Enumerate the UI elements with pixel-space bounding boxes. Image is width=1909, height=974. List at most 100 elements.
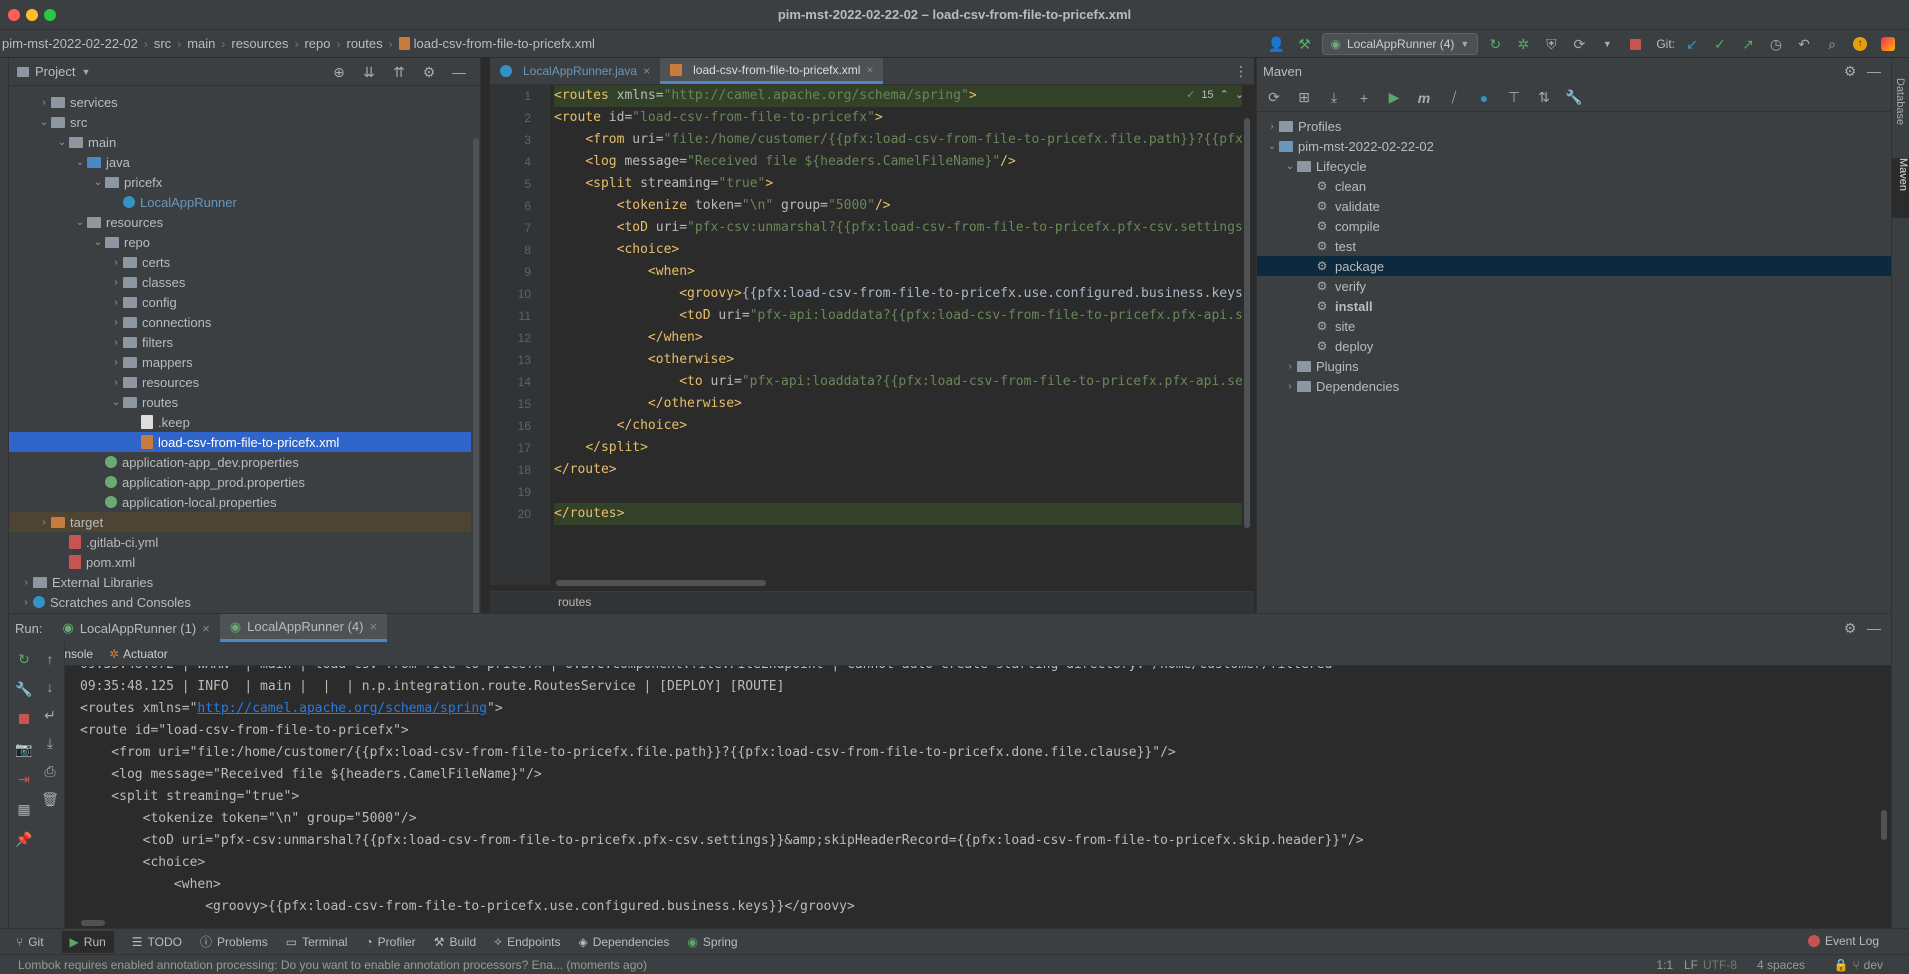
add-icon[interactable]: + [1353,87,1375,109]
chevron-down-icon[interactable]: ⌄ [1265,141,1279,152]
up-arrow-icon[interactable]: ↑ [39,648,61,670]
rollback-icon[interactable]: ↶ [1793,33,1815,55]
code-line[interactable]: <when> [554,261,1242,283]
run-configuration-select[interactable]: ◉ LocalAppRunner (4) ▼ [1321,33,1479,55]
chevron-right-icon[interactable]: › [1283,381,1297,392]
code-line[interactable]: </route> [554,459,1242,481]
user-icon[interactable]: 👤 [1266,33,1288,55]
rerun-icon[interactable]: ↻ [1484,33,1506,55]
tree-item[interactable]: › Scratches and Consoles [9,592,471,612]
code-line[interactable]: <toD uri="pfx-csv:unmarshal?{{pfx:load-c… [554,217,1242,239]
chevron-down-icon[interactable]: ⌄ [73,157,87,168]
more-run-icon[interactable]: ▼ [1596,33,1618,55]
code-line[interactable]: <to uri="pfx-api:loaddata?{{pfx:load-csv… [554,371,1242,393]
chevron-down-icon[interactable]: ⌄ [37,117,51,128]
tree-item[interactable]: application-local.properties [9,492,471,512]
pin-icon[interactable]: 📌 [13,828,35,850]
code-line[interactable]: <split streaming="true"> [554,173,1242,195]
down-arrow-icon[interactable]: ↓ [39,676,61,698]
code-line[interactable]: <groovy>{{pfx:load-csv-from-file-to-pric… [554,283,1242,305]
wrench-icon[interactable]: 🔧 [1563,87,1585,109]
download-icon[interactable]: ⤓ [1323,87,1345,109]
maven-tree-item[interactable]: › Dependencies [1257,376,1891,396]
update-icon[interactable]: ↑ [1849,33,1871,55]
editor-vertical-scrollbar[interactable] [1244,118,1250,528]
chevron-right-icon[interactable]: › [109,317,123,328]
debug-icon[interactable]: ✲ [1512,33,1534,55]
scroll-to-end-icon[interactable]: ⤓ [39,732,61,754]
close-icon[interactable]: × [643,64,650,78]
jetbrains-icon[interactable] [1877,33,1899,55]
tool-window-button[interactable]: ◉ Spring [687,935,737,949]
maven-tree-item[interactable]: ⚙ compile [1257,216,1891,236]
breadcrumb-item[interactable]: pim-mst-2022-02-22-02 [2,36,138,51]
tree-item[interactable]: › mappers [9,352,471,372]
tool-window-button[interactable]: ◈ Dependencies [578,935,669,949]
close-icon[interactable]: × [369,619,377,634]
tree-item[interactable]: › config [9,292,471,312]
project-scrollbar[interactable] [473,138,479,618]
tree-item[interactable]: ⌄ main [9,132,471,152]
history-icon[interactable]: ◷ [1765,33,1787,55]
tree-item[interactable]: ⌄ pricefx [9,172,471,192]
maven-tool-tab[interactable]: Maven [1892,158,1909,218]
chevron-right-icon[interactable]: › [109,257,123,268]
cursor-position[interactable]: 1:1 [1656,958,1673,972]
editor-breadcrumb[interactable]: routes [490,591,1254,613]
tree-item[interactable]: › resources [9,372,471,392]
chevron-right-icon[interactable]: › [109,377,123,388]
chevron-right-icon[interactable]: › [19,577,33,588]
code-line[interactable]: <toD uri="pfx-api:loaddata?{{pfx:load-cs… [554,305,1242,327]
chevron-right-icon[interactable]: › [37,517,51,528]
collapse-all-icon[interactable]: ⇈ [388,61,410,83]
code-line[interactable]: <otherwise> [554,349,1242,371]
gear-icon[interactable]: ⚙ [1839,617,1861,639]
chevron-down-icon[interactable]: ⌄ [55,137,69,148]
maven-tree-item[interactable]: ⚙ install [1257,296,1891,316]
show-dependencies-icon[interactable]: ⊤ [1503,87,1525,109]
soft-wrap-icon[interactable]: ↵ [39,704,61,726]
maven-tree-item[interactable]: › Plugins [1257,356,1891,376]
tree-item[interactable]: › filters [9,332,471,352]
maven-tree-item[interactable]: ⌄ Lifecycle [1257,156,1891,176]
event-log-button[interactable]: Event Log [1807,934,1879,948]
stop-icon[interactable] [1624,33,1646,55]
tree-item[interactable]: load-csv-from-file-to-pricefx.xml [9,432,471,452]
editor-tab[interactable]: load-csv-from-file-to-pricefx.xml × [660,58,884,84]
tree-item[interactable]: › classes [9,272,471,292]
build-hammer-icon[interactable]: ⚒ [1294,33,1316,55]
trash-icon[interactable]: 🗑 [39,788,61,810]
code-line[interactable]: <routes xmlns="http://camel.apache.org/s… [554,85,1242,107]
tree-item[interactable]: application-app_prod.properties [9,472,471,492]
tool-window-button[interactable]: ⚒ Build [434,935,476,949]
maven-goal-icon[interactable]: m [1413,87,1435,109]
hide-icon[interactable]: — [448,61,470,83]
gear-icon[interactable]: ⚙ [418,61,440,83]
breadcrumb-item[interactable]: repo [304,36,330,51]
maven-tree-item[interactable]: ⚙ site [1257,316,1891,336]
tree-item[interactable]: .keep [9,412,471,432]
profile-icon[interactable]: ⟳ [1568,33,1590,55]
close-icon[interactable]: × [202,621,210,636]
maven-tree-item[interactable]: › Profiles [1257,116,1891,136]
maven-tree-item[interactable]: ⚙ deploy [1257,336,1891,356]
console-horizontal-scrollbar[interactable] [81,920,105,926]
editor-horizontal-scrollbar[interactable] [556,580,766,586]
maven-tree-item[interactable]: ⚙ package [1257,256,1891,276]
code-line[interactable]: <log message="Received file ${headers.Ca… [554,151,1242,173]
chevron-right-icon[interactable]: › [19,597,33,608]
hide-icon[interactable]: — [1863,60,1885,82]
tree-item[interactable]: › target [9,512,471,532]
maven-tree-item[interactable]: ⚙ validate [1257,196,1891,216]
maven-tree-item[interactable]: ⚙ clean [1257,176,1891,196]
tree-item[interactable]: ⌄ java [9,152,471,172]
file-encoding[interactable]: UTF-8 [1703,958,1737,972]
hide-icon[interactable]: — [1863,617,1885,639]
run-subtab[interactable]: ✲ Actuator [109,647,168,661]
tool-window-button[interactable]: ▶ Run [61,930,114,953]
breadcrumb-item[interactable]: main [187,36,215,51]
tree-item[interactable]: application-app_dev.properties [9,452,471,472]
chevron-right-icon[interactable]: › [109,277,123,288]
code-line[interactable]: <route id="load-csv-from-file-to-pricefx… [554,107,1242,129]
tool-window-button[interactable]: ⑂ Git [16,935,44,949]
